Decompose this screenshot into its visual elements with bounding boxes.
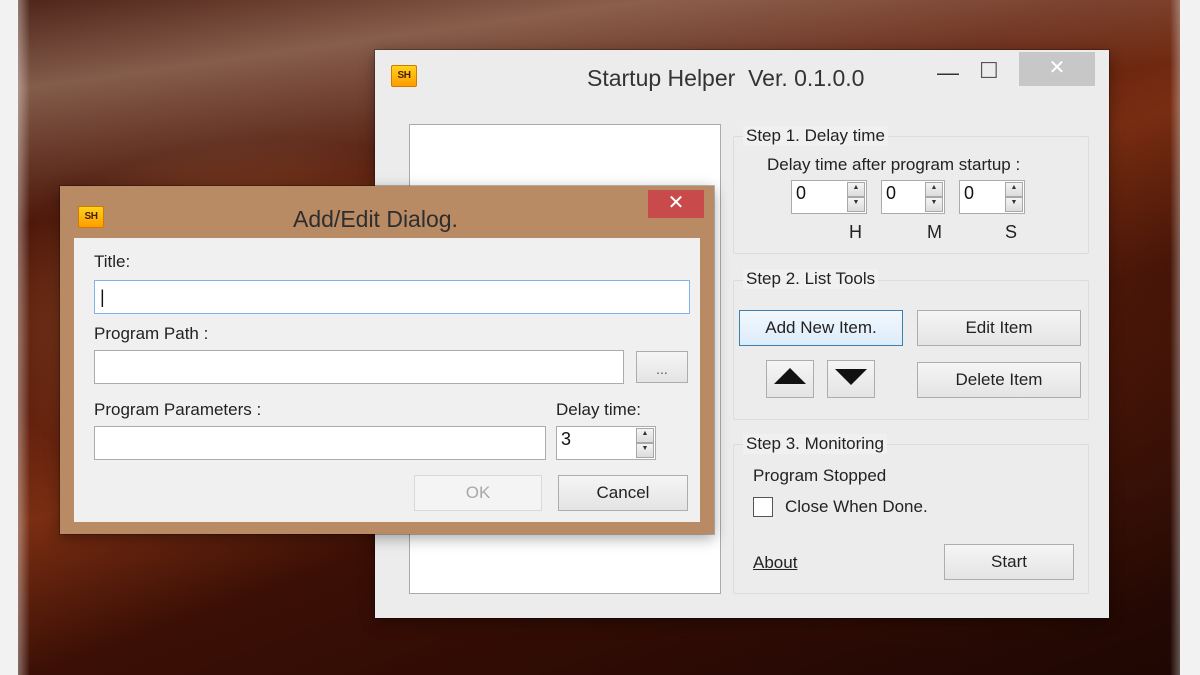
step2-title: Step 2. List Tools bbox=[743, 269, 879, 289]
title-label: Title: bbox=[94, 252, 131, 271]
seconds-label: S bbox=[1005, 222, 1018, 242]
edit-item-button[interactable]: Edit Item bbox=[917, 310, 1081, 346]
dialog-title: Add/Edit Dialog. bbox=[293, 206, 458, 232]
spin-up-icon[interactable]: ▲ bbox=[847, 182, 865, 197]
program-path-label: Program Path : bbox=[94, 324, 209, 343]
hours-spinner[interactable]: 0 ▲ ▼ bbox=[791, 180, 867, 214]
spin-down-icon[interactable]: ▼ bbox=[847, 197, 865, 212]
spin-down-icon[interactable]: ▼ bbox=[925, 197, 943, 212]
minutes-spinner[interactable]: 0 ▲ ▼ bbox=[881, 180, 945, 214]
delay-time-value: 3 bbox=[561, 429, 572, 449]
seconds-value: 0 bbox=[964, 183, 975, 203]
spin-down-icon[interactable]: ▼ bbox=[636, 443, 654, 458]
ok-button[interactable]: OK bbox=[414, 475, 542, 511]
main-close-button[interactable]: ✕ bbox=[1019, 52, 1095, 86]
cancel-button[interactable]: Cancel bbox=[558, 475, 688, 511]
main-titlebar[interactable]: SH Startup Helper Ver. 0.1.0.0 — ☐ ✕ bbox=[375, 50, 1109, 102]
program-parameters-label: Program Parameters : bbox=[94, 400, 262, 419]
monitoring-status: Program Stopped bbox=[753, 466, 887, 485]
start-button[interactable]: Start bbox=[944, 544, 1074, 580]
close-when-done-checkbox[interactable] bbox=[753, 497, 773, 517]
minutes-value: 0 bbox=[886, 183, 897, 203]
arrow-up-icon bbox=[774, 368, 806, 384]
hours-label: H bbox=[849, 222, 862, 242]
spin-up-icon[interactable]: ▲ bbox=[925, 182, 943, 197]
arrow-down-icon bbox=[835, 369, 867, 385]
right-edge bbox=[1170, 0, 1200, 675]
minimize-icon[interactable]: — bbox=[937, 60, 959, 86]
browse-button[interactable]: ... bbox=[636, 351, 688, 383]
close-when-done-label[interactable]: Close When Done. bbox=[785, 497, 928, 517]
program-parameters-input[interactable] bbox=[94, 426, 546, 460]
seconds-spinner[interactable]: 0 ▲ ▼ bbox=[959, 180, 1025, 214]
left-edge bbox=[0, 0, 30, 675]
add-new-item-button[interactable]: Add New Item. bbox=[739, 310, 903, 346]
maximize-icon[interactable]: ☐ bbox=[979, 58, 999, 84]
spin-down-icon[interactable]: ▼ bbox=[1005, 197, 1023, 212]
main-window-title: Startup Helper Ver. 0.1.0.0 bbox=[587, 65, 865, 91]
step2-groupbox bbox=[733, 280, 1089, 420]
spin-up-icon[interactable]: ▲ bbox=[636, 428, 654, 443]
dialog-titlebar[interactable]: SH Add/Edit Dialog. ✕ bbox=[60, 186, 714, 238]
spin-up-icon[interactable]: ▲ bbox=[1005, 182, 1023, 197]
minutes-label: M bbox=[927, 222, 942, 242]
app-logo-icon: SH bbox=[391, 65, 417, 87]
delay-time-caption: Delay time after program startup : bbox=[767, 155, 1021, 174]
dialog-client-area: Title: | Program Path : ... Program Para… bbox=[74, 238, 700, 522]
delay-time-label: Delay time: bbox=[556, 400, 642, 419]
hours-value: 0 bbox=[796, 183, 807, 203]
dialog-logo-icon: SH bbox=[78, 206, 104, 228]
move-down-button[interactable] bbox=[827, 360, 875, 398]
dialog-close-button[interactable]: ✕ bbox=[648, 190, 704, 218]
delete-item-button[interactable]: Delete Item bbox=[917, 362, 1081, 398]
program-path-input[interactable] bbox=[94, 350, 624, 384]
add-edit-dialog: SH Add/Edit Dialog. ✕ Title: | Program P… bbox=[60, 186, 714, 534]
delay-time-spinner[interactable]: 3 ▲ ▼ bbox=[556, 426, 656, 460]
step3-title: Step 3. Monitoring bbox=[743, 434, 887, 454]
title-input[interactable]: | bbox=[94, 280, 690, 314]
move-up-button[interactable] bbox=[766, 360, 814, 398]
about-link[interactable]: About bbox=[753, 553, 797, 573]
step1-title: Step 1. Delay time bbox=[743, 126, 888, 146]
